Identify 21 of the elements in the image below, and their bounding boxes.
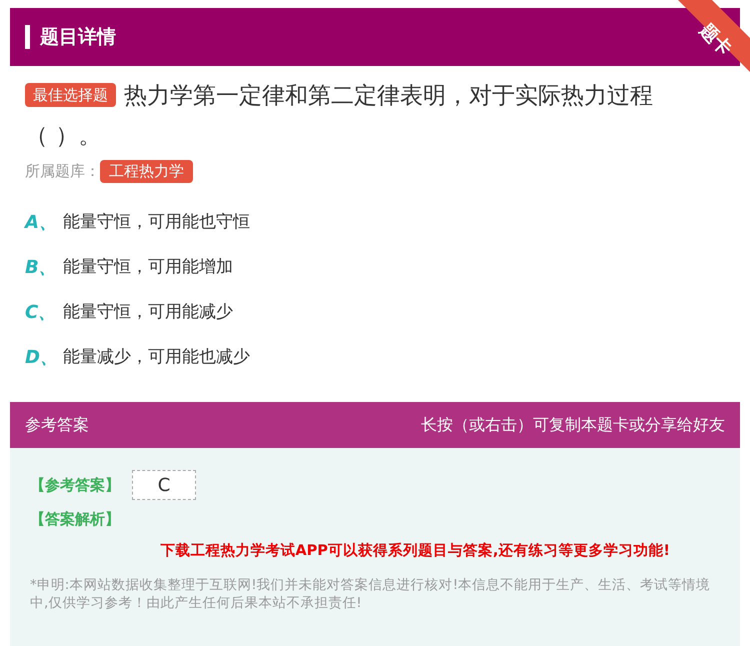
option-letter: C、 <box>25 300 58 324</box>
page-title: 题目详情 <box>40 25 116 50</box>
answer-image: C <box>132 470 196 500</box>
option-text: 能量减少，可用能也减少 <box>63 346 250 368</box>
answer-label: 【参考答案】 <box>30 476 120 494</box>
share-hint: 长按（或右击）可复制本题卡或分享给好友 <box>421 414 725 436</box>
option-letter: D、 <box>25 346 59 368</box>
bank-tag[interactable]: 工程热力学 <box>100 160 193 183</box>
question-type-tag: 最佳选择题 <box>25 83 116 107</box>
question-text: 最佳选择题 热力学第一定律和第二定律表明，对于实际热力过程（ ）。 <box>25 82 654 151</box>
promo-text: 下载工程热力学考试APP可以获得系列题目与答案,还有练习等更多学习功能! <box>159 541 671 560</box>
bank-label: 所属题库： <box>25 162 100 181</box>
title-marker <box>25 25 30 49</box>
option-letter: B、 <box>25 256 58 278</box>
option-letter: A、 <box>25 210 58 234</box>
option-text: 能量守恒，可用能增加 <box>63 256 233 278</box>
disclaimer-text: *申明:本网站数据收集整理于互联网!我们并未能对答案信息进行核对!本信息不能用于生产、生活、考试等情境中,仅供学习参考！由此产生任何后果本站不承担责任! <box>30 576 712 612</box>
analysis-label: 【答案解析】 <box>30 510 121 529</box>
option-text: 能量守恒，可用能减少 <box>63 301 233 323</box>
answer-title: 参考答案 <box>25 414 89 436</box>
option-text: 能量守恒，可用能也守恒 <box>63 211 250 233</box>
